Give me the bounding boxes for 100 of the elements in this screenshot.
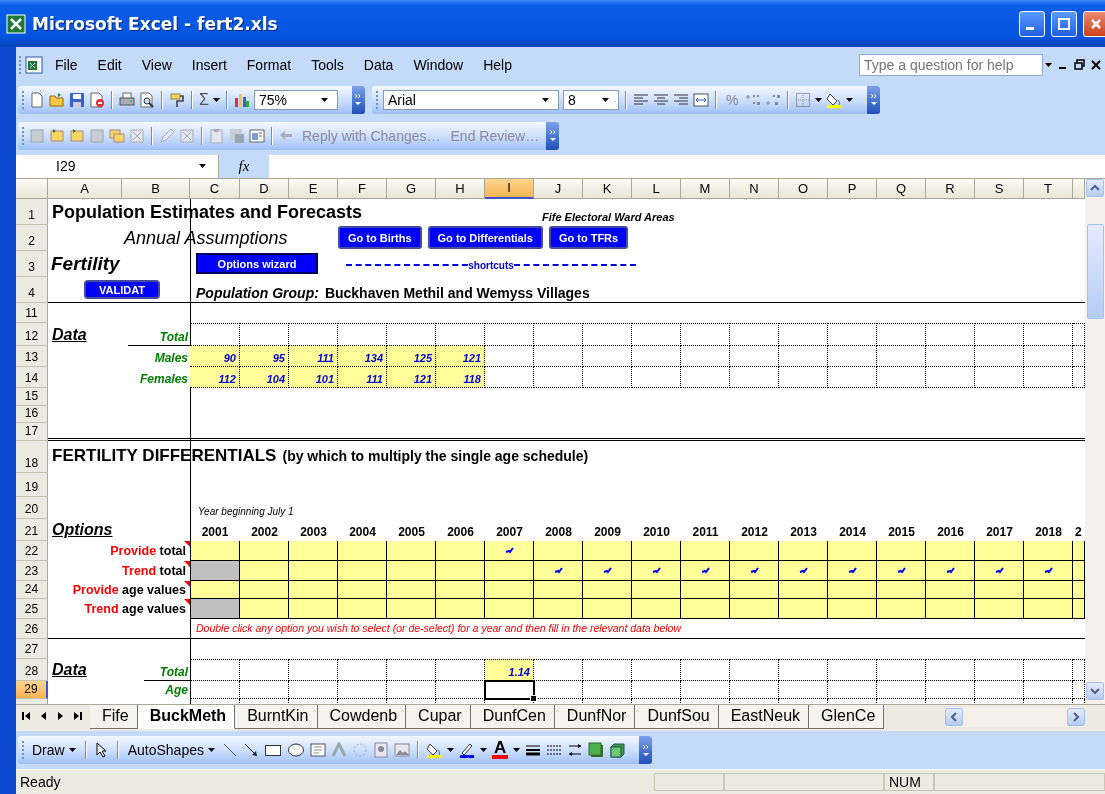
align-center-icon[interactable] xyxy=(652,91,669,108)
option-cell[interactable] xyxy=(926,540,975,561)
column-header[interactable]: T xyxy=(1024,178,1073,199)
option-cell[interactable] xyxy=(1073,540,1085,561)
option-cell[interactable] xyxy=(975,598,1024,619)
restore-window-icon[interactable] xyxy=(1074,58,1085,71)
option-cell[interactable] xyxy=(877,540,926,561)
option-cell[interactable] xyxy=(240,560,289,581)
option-cell[interactable] xyxy=(975,540,1024,561)
row-header[interactable]: 27 xyxy=(16,638,48,659)
caret-icon[interactable] xyxy=(207,748,215,753)
line-style-icon[interactable] xyxy=(525,742,542,759)
column-header[interactable]: L xyxy=(632,178,681,199)
zoom-dropdown[interactable]: 75% xyxy=(253,89,338,110)
minimize-button[interactable] xyxy=(1019,10,1045,37)
option-cell[interactable] xyxy=(926,560,975,581)
nav-button[interactable]: Go to Differentials xyxy=(427,226,543,250)
column-header[interactable]: F xyxy=(338,178,387,199)
shadow-icon[interactable] xyxy=(588,742,605,759)
row-header[interactable]: 14 xyxy=(16,366,48,388)
option-cell[interactable] xyxy=(975,560,1024,581)
row-header[interactable]: 19 xyxy=(16,472,48,497)
caret-icon[interactable] xyxy=(513,748,521,753)
sheet-tab[interactable]: DunfCen xyxy=(470,705,555,730)
option-cell[interactable] xyxy=(338,540,387,561)
option-cell[interactable] xyxy=(1073,598,1085,619)
option-cell[interactable] xyxy=(877,598,926,619)
menu-item[interactable]: Format xyxy=(237,54,301,75)
selected-cell[interactable] xyxy=(484,679,535,700)
save-icon[interactable] xyxy=(69,91,85,108)
option-cell[interactable] xyxy=(436,560,485,581)
option-cell[interactable] xyxy=(190,540,240,561)
caret-icon[interactable] xyxy=(446,748,454,753)
line-color-icon[interactable] xyxy=(458,742,475,759)
row-header[interactable]: 4 xyxy=(16,276,48,303)
fill-color-icon[interactable] xyxy=(425,742,442,759)
option-cell[interactable] xyxy=(730,560,779,581)
sheet-tab[interactable]: EastNeuk xyxy=(718,705,810,730)
option-cell[interactable] xyxy=(1024,540,1073,561)
row-header[interactable]: 18 xyxy=(16,440,48,473)
option-cell[interactable] xyxy=(828,540,877,561)
option-cell[interactable] xyxy=(485,598,534,619)
menu-item[interactable]: Help xyxy=(474,54,521,75)
option-cell[interactable] xyxy=(1024,598,1073,619)
menu-item[interactable]: Insert xyxy=(182,54,236,75)
options-wizard-button[interactable]: Options wizard xyxy=(196,253,318,275)
autosum-button[interactable]: Σ xyxy=(199,90,209,109)
caret-icon[interactable] xyxy=(321,97,329,102)
column-header[interactable]: N xyxy=(730,178,779,199)
option-cell[interactable] xyxy=(730,540,779,561)
font-color-button[interactable]: A xyxy=(491,741,509,760)
column-header[interactable]: G xyxy=(387,178,436,199)
option-cell[interactable] xyxy=(190,560,240,581)
fill-color-icon[interactable] xyxy=(826,91,843,108)
row-header[interactable]: 26 xyxy=(16,618,48,639)
option-cell[interactable] xyxy=(289,540,338,561)
row-header[interactable]: 25 xyxy=(16,598,48,619)
row-header[interactable]: 23 xyxy=(16,560,48,581)
row-header[interactable]: 13 xyxy=(16,345,48,367)
chart-icon[interactable] xyxy=(233,91,250,108)
option-cell[interactable] xyxy=(828,598,877,619)
option-cell[interactable] xyxy=(534,540,583,561)
toolbar-handle[interactable] xyxy=(374,89,379,110)
row-header[interactable]: 21 xyxy=(16,518,48,541)
option-cell[interactable] xyxy=(877,560,926,581)
option-cell[interactable] xyxy=(583,540,632,561)
column-header[interactable]: E xyxy=(289,178,338,199)
sheet-tab[interactable]: BuckMeth xyxy=(137,705,236,730)
option-cell[interactable] xyxy=(681,540,730,561)
option-cell[interactable] xyxy=(632,540,681,561)
toolbar-options-button[interactable] xyxy=(867,85,881,114)
font-size-dropdown[interactable]: 8 xyxy=(562,89,619,110)
row-header[interactable]: 2 xyxy=(16,224,48,251)
option-cell[interactable] xyxy=(779,560,828,581)
workbook-icon[interactable] xyxy=(24,54,44,75)
option-cell[interactable] xyxy=(240,540,289,561)
column-header[interactable]: M xyxy=(681,178,730,199)
column-header[interactable]: S xyxy=(975,178,1024,199)
option-cell[interactable] xyxy=(485,540,534,561)
menu-item[interactable]: Edit xyxy=(88,54,131,75)
option-cell[interactable] xyxy=(779,540,828,561)
option-cell[interactable] xyxy=(485,560,534,581)
arrow-style-icon[interactable] xyxy=(567,742,584,759)
vertical-scrollbar[interactable] xyxy=(1085,178,1105,705)
close-window-icon[interactable] xyxy=(1091,58,1101,71)
option-cell[interactable] xyxy=(289,560,338,581)
sheet-tab[interactable]: Fife xyxy=(90,705,138,730)
align-left-icon[interactable] xyxy=(632,91,649,108)
column-header[interactable]: J xyxy=(534,178,583,199)
option-cell[interactable] xyxy=(1024,560,1073,581)
option-cell[interactable] xyxy=(828,560,877,581)
option-cell[interactable] xyxy=(387,560,436,581)
insert-function-button[interactable]: fx xyxy=(219,154,269,178)
mail-icon[interactable] xyxy=(249,127,265,144)
column-header[interactable]: R xyxy=(926,178,975,199)
caret-icon[interactable] xyxy=(602,97,610,102)
column-header[interactable]: B xyxy=(122,178,190,199)
format-painter-icon[interactable] xyxy=(169,91,185,108)
close-button[interactable] xyxy=(1083,10,1105,37)
row-header[interactable]: 11 xyxy=(16,302,48,323)
